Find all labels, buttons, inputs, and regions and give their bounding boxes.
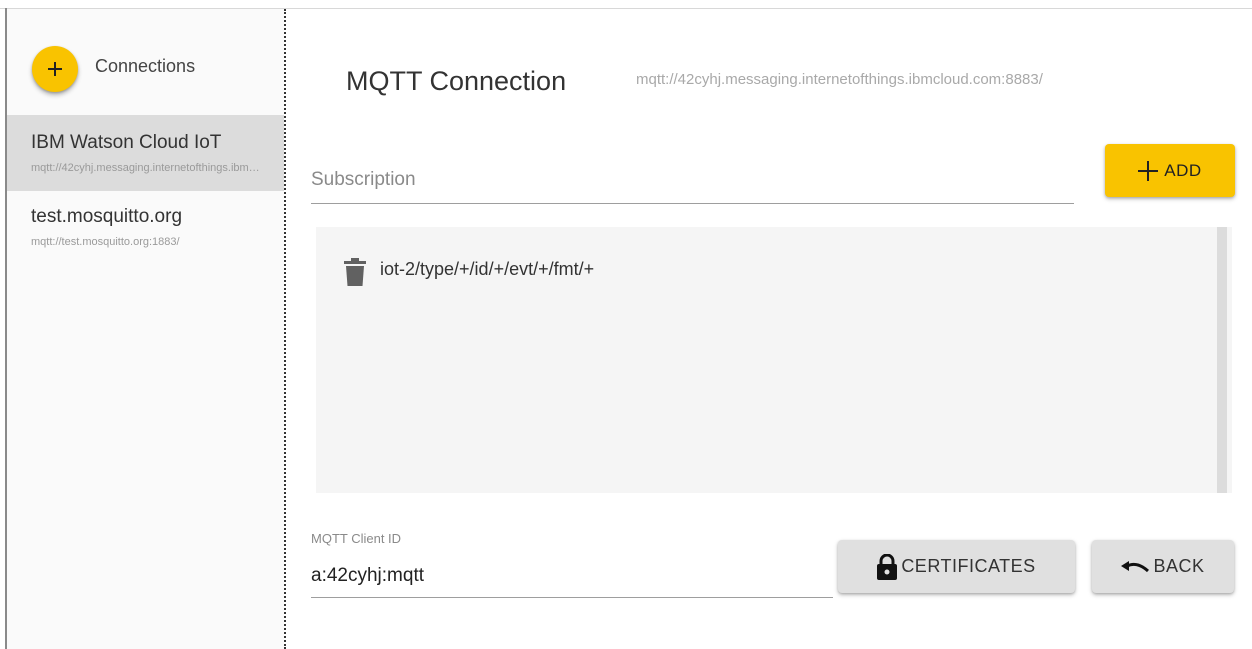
client-id-field (311, 554, 833, 598)
sidebar-divider[interactable] (284, 9, 286, 649)
trash-icon[interactable] (344, 258, 366, 286)
client-id-label: MQTT Client ID (311, 531, 402, 546)
back-button[interactable]: BACK (1092, 540, 1234, 593)
certificates-button[interactable]: CERTIFICATES (838, 540, 1075, 593)
sidebar-header: Connections (7, 9, 284, 115)
connection-item-ibm-watson[interactable]: IBM Watson Cloud IoT mqtt://42cyhj.messa… (7, 115, 284, 191)
connection-url: mqtt://test.mosquitto.org:1883/ (31, 236, 180, 248)
sidebar-title: Connections (95, 56, 196, 76)
connection-name: test.mosquitto.org (31, 206, 183, 227)
plus-icon (1138, 160, 1159, 181)
subscriptions-scrollbar[interactable] (1217, 227, 1227, 493)
sidebar: Connections IBM Watson Cloud IoT mqtt://… (7, 9, 284, 649)
back-button-label: BACK (1153, 556, 1205, 576)
certificates-button-label: CERTIFICATES (901, 556, 1036, 576)
plus-icon (48, 62, 62, 76)
client-id-input[interactable] (311, 562, 833, 590)
subscription-topic: iot-2/type/+/id/+/evt/+/fmt/+ (380, 259, 595, 279)
connection-url-header: mqtt://42cyhj.messaging.internetofthings… (636, 71, 1043, 88)
lock-icon (877, 553, 898, 580)
add-connection-button[interactable] (32, 46, 78, 92)
main-panel: MQTT Connection mqtt://42cyhj.messaging.… (287, 9, 1252, 649)
add-subscription-button[interactable]: ADD (1105, 144, 1235, 197)
page-title: MQTT Connection (346, 66, 567, 96)
add-button-label: ADD (1164, 160, 1202, 180)
subscriptions-list: iot-2/type/+/id/+/evt/+/fmt/+ (316, 227, 1232, 493)
connection-url: mqtt://42cyhj.messaging.internetofthings… (31, 162, 263, 174)
subscription-input[interactable] (311, 165, 1074, 195)
subscription-field (311, 157, 1074, 204)
list-item: iot-2/type/+/id/+/evt/+/fmt/+ (316, 255, 1196, 295)
app-window: Connections IBM Watson Cloud IoT mqtt://… (0, 0, 1252, 649)
connection-name: IBM Watson Cloud IoT (31, 132, 222, 153)
connection-item-mosquitto[interactable]: test.mosquitto.org mqtt://test.mosquitto… (7, 191, 284, 267)
undo-icon (1121, 560, 1150, 572)
window-top-edge (0, 0, 1252, 9)
